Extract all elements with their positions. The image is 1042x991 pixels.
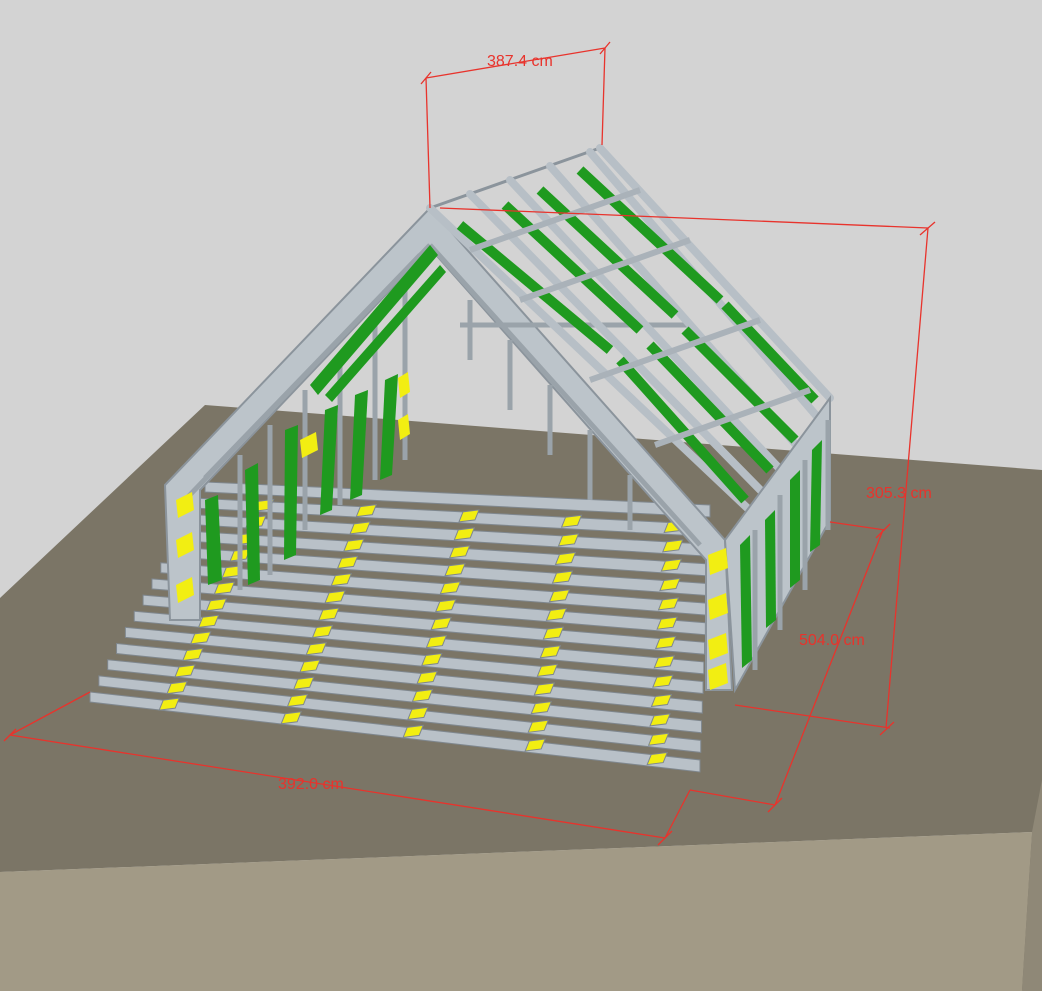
width-label: 392.0 cm: [278, 776, 344, 793]
height-label: 305.3 cm: [866, 485, 932, 502]
depth-label: 504.0 cm: [799, 632, 865, 649]
ridge-length-label: 387.4 cm: [487, 53, 553, 70]
steel-frame-3d-view: 387.4 cm 305.3 cm 504.0 cm 392.0 cm: [0, 41, 1042, 991]
